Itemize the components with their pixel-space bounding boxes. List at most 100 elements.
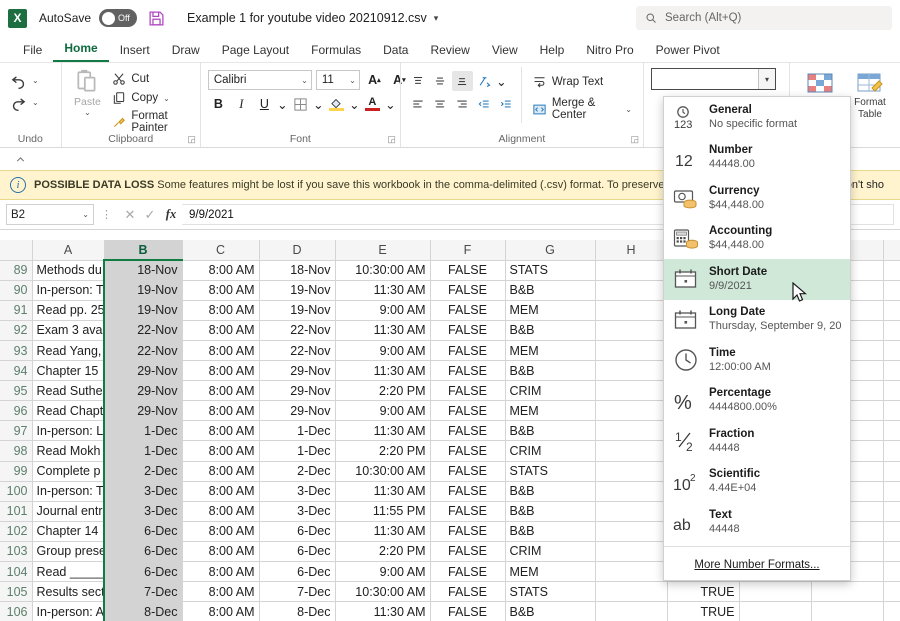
cell-L93[interactable]: [883, 340, 900, 360]
row-header[interactable]: 89: [0, 260, 32, 280]
cell-L94[interactable]: [883, 361, 900, 381]
row-header[interactable]: 90: [0, 280, 32, 300]
cell-G89[interactable]: STATS: [505, 260, 595, 280]
tab-formulas[interactable]: Formulas: [300, 40, 372, 62]
cell-C100[interactable]: 8:00 AM: [182, 481, 259, 501]
cell-B104[interactable]: 6-Dec: [104, 562, 182, 582]
row-header[interactable]: 96: [0, 401, 32, 421]
cell-L92[interactable]: [883, 320, 900, 340]
cell-C93[interactable]: 8:00 AM: [182, 340, 259, 360]
number-format-item-text[interactable]: abText44448: [664, 502, 850, 543]
cell-D97[interactable]: 1-Dec: [259, 421, 335, 441]
tab-file[interactable]: File: [12, 40, 53, 62]
fill-color-icon[interactable]: [326, 94, 347, 114]
cell-G104[interactable]: MEM: [505, 562, 595, 582]
font-name-caret-icon[interactable]: ⌄: [297, 76, 308, 85]
column-header-f[interactable]: F: [430, 240, 505, 260]
align-top-icon[interactable]: [408, 71, 429, 91]
orientation-caret-icon[interactable]: ⌄: [496, 71, 507, 91]
enter-check-icon[interactable]: ✓: [140, 207, 160, 223]
cell-L104[interactable]: [883, 562, 900, 582]
cell-B100[interactable]: 3-Dec: [104, 481, 182, 501]
cell-H94[interactable]: [595, 361, 667, 381]
cell-A98[interactable]: Read Mokh: [32, 441, 104, 461]
number-format-item-scientific[interactable]: 102Scientific4.44E+04: [664, 462, 850, 503]
cell-E104[interactable]: 9:00 AM: [335, 562, 430, 582]
format-painter-button[interactable]: Format Painter: [108, 108, 193, 136]
number-format-item-long-date[interactable]: Long DateThursday, September 9, 2021: [664, 300, 850, 341]
tab-help[interactable]: Help: [529, 40, 576, 62]
font-dialog-launcher[interactable]: ◲: [387, 134, 396, 145]
align-right-icon[interactable]: [452, 94, 473, 114]
cell-F104[interactable]: FALSE: [430, 562, 505, 582]
tab-data[interactable]: Data: [372, 40, 419, 62]
cell-H96[interactable]: [595, 401, 667, 421]
cell-L89[interactable]: [883, 260, 900, 280]
cell-E89[interactable]: 10:30:00 AM: [335, 260, 430, 280]
cell-B101[interactable]: 3-Dec: [104, 501, 182, 521]
row-header[interactable]: 93: [0, 340, 32, 360]
cell-H105[interactable]: [595, 582, 667, 602]
clipboard-dialog-launcher[interactable]: ◲: [187, 134, 196, 145]
cell-E92[interactable]: 11:30 AM: [335, 320, 430, 340]
cell-B95[interactable]: 29-Nov: [104, 381, 182, 401]
cell-F95[interactable]: FALSE: [430, 381, 505, 401]
cell-C96[interactable]: 8:00 AM: [182, 401, 259, 421]
number-format-item-percentage[interactable]: %Percentage4444800.00%: [664, 381, 850, 422]
align-bottom-icon[interactable]: [452, 71, 473, 91]
wrap-text-button[interactable]: Wrap Text: [528, 72, 636, 91]
cell-J106[interactable]: [739, 602, 811, 621]
cell-H97[interactable]: [595, 421, 667, 441]
cell-L105[interactable]: [883, 582, 900, 602]
column-header-d[interactable]: D: [259, 240, 335, 260]
align-left-icon[interactable]: [408, 94, 429, 114]
cell-J105[interactable]: [739, 582, 811, 602]
cell-L96[interactable]: [883, 401, 900, 421]
bold-button[interactable]: B: [208, 94, 229, 114]
cell-B92[interactable]: 22-Nov: [104, 320, 182, 340]
cell-H90[interactable]: [595, 280, 667, 300]
cell-F105[interactable]: FALSE: [430, 582, 505, 602]
cell-D98[interactable]: 1-Dec: [259, 441, 335, 461]
column-header-b[interactable]: B: [104, 240, 182, 260]
cell-C101[interactable]: 8:00 AM: [182, 501, 259, 521]
increase-font-size-icon[interactable]: A▴: [364, 70, 385, 90]
font-size-combo[interactable]: 11 ⌄: [316, 70, 360, 90]
cell-D100[interactable]: 3-Dec: [259, 481, 335, 501]
row-header[interactable]: 106: [0, 602, 32, 621]
cell-B106[interactable]: 8-Dec: [104, 602, 182, 621]
cell-G97[interactable]: B&B: [505, 421, 595, 441]
cell-L95[interactable]: [883, 381, 900, 401]
formula-bar-handle[interactable]: ⋮: [94, 208, 120, 221]
tab-power-pivot[interactable]: Power Pivot: [645, 40, 731, 62]
cell-C97[interactable]: 8:00 AM: [182, 421, 259, 441]
cell-H100[interactable]: [595, 481, 667, 501]
more-number-formats-item[interactable]: More Number Formats...: [664, 550, 850, 580]
name-box-caret-icon[interactable]: ⌄: [82, 210, 89, 219]
cell-H91[interactable]: [595, 300, 667, 320]
tab-draw[interactable]: Draw: [161, 40, 211, 62]
cell-E99[interactable]: 10:30:00 AM: [335, 461, 430, 481]
tab-nitro-pro[interactable]: Nitro Pro: [575, 40, 644, 62]
row-header[interactable]: 91: [0, 300, 32, 320]
cell-D106[interactable]: 8-Dec: [259, 602, 335, 621]
cell-H89[interactable]: [595, 260, 667, 280]
cell-B89[interactable]: 18-Nov: [104, 260, 182, 280]
cell-C89[interactable]: 8:00 AM: [182, 260, 259, 280]
cell-B103[interactable]: 6-Dec: [104, 541, 182, 561]
fill-color-caret-icon[interactable]: ⌄: [349, 94, 360, 114]
number-format-item-fraction[interactable]: 12Fraction44448: [664, 421, 850, 462]
cell-A106[interactable]: In-person: A: [32, 602, 104, 621]
cell-C95[interactable]: 8:00 AM: [182, 381, 259, 401]
number-format-combo[interactable]: ▾: [651, 68, 776, 90]
cell-F103[interactable]: FALSE: [430, 541, 505, 561]
cell-E103[interactable]: 2:20 PM: [335, 541, 430, 561]
tab-review[interactable]: Review: [419, 40, 480, 62]
cell-F90[interactable]: FALSE: [430, 280, 505, 300]
cell-G102[interactable]: B&B: [505, 521, 595, 541]
cell-B96[interactable]: 29-Nov: [104, 401, 182, 421]
cell-L101[interactable]: [883, 501, 900, 521]
row-header[interactable]: 97: [0, 421, 32, 441]
row-header[interactable]: 95: [0, 381, 32, 401]
underline-button[interactable]: U: [254, 94, 275, 114]
